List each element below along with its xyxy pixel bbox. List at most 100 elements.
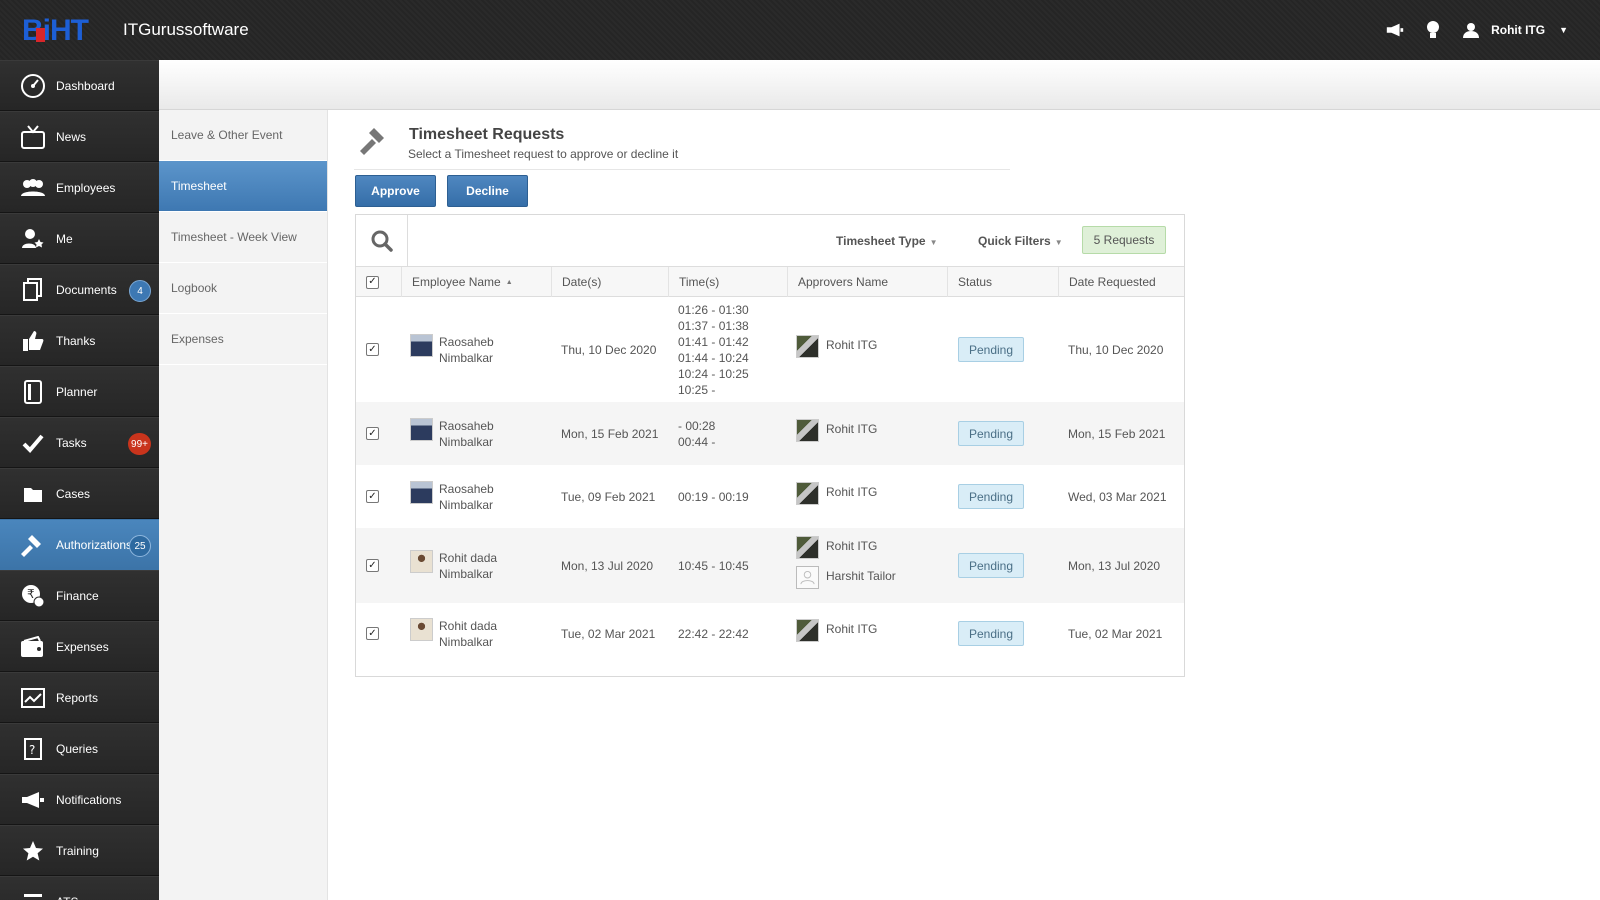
table-row[interactable]: ✓ Raosaheb Nimbalkar Mon, 15 Feb 2021 - 00:2… [356, 402, 1184, 465]
employee-avatar [410, 550, 433, 573]
employee-name[interactable]: Raosaheb Nimbalkar [439, 418, 494, 450]
approver-name: Rohit ITG [826, 539, 878, 553]
sidebar-item-label: Me [56, 231, 73, 246]
page-header: Timesheet Requests Select a Timesheet re… [354, 118, 1010, 170]
request-times: - 00:28 00:44 - [678, 418, 715, 450]
employee-name[interactable]: Rohit dada Nimbalkar [439, 550, 497, 582]
employee-avatar [410, 481, 433, 504]
subnav-item[interactable]: Timesheet [159, 161, 327, 212]
sidebar-item-label: Expenses [56, 639, 109, 654]
sidebar-item-employees[interactable]: Employees [0, 162, 159, 213]
decline-button[interactable]: Decline [447, 175, 528, 207]
status-badge: Pending [958, 484, 1024, 509]
page-title: Timesheet Requests [409, 126, 565, 143]
sidebar-item-reports[interactable]: Reports [0, 672, 159, 723]
search-button[interactable] [356, 215, 408, 267]
subnav-item[interactable]: Logbook [159, 263, 327, 314]
row-checkbox[interactable]: ✓ [366, 559, 379, 572]
employee-name[interactable]: Raosaheb Nimbalkar [439, 481, 494, 513]
sidebar-item-label: Finance [56, 588, 99, 603]
time-range: 01:41 - 01:42 [678, 335, 749, 349]
timesheet-type-dropdown[interactable]: Timesheet Type ▼ [836, 234, 938, 248]
employee-last-name: Nimbalkar [439, 635, 494, 649]
date-requested: Wed, 03 Mar 2021 [1068, 490, 1167, 504]
approve-button[interactable]: Approve [355, 175, 436, 207]
wallet-icon [18, 632, 48, 662]
row-checkbox[interactable]: ✓ [366, 343, 379, 356]
sort-asc-icon: ▲ [505, 278, 513, 286]
user-icon[interactable] [1461, 20, 1481, 40]
sidebar-item-expenses[interactable]: Expenses [0, 621, 159, 672]
employee-first-name: Rohit dada [439, 551, 498, 565]
subnav-item[interactable]: Expenses [159, 314, 327, 365]
sidebar-item-dashboard[interactable]: Dashboard [0, 60, 159, 111]
table-row[interactable]: ✓ Raosaheb Nimbalkar Tue, 09 Feb 2021 00:19 … [356, 465, 1184, 528]
svg-text:?: ? [29, 743, 35, 757]
sidebar-item-ats[interactable]: ATS [0, 876, 159, 900]
request-date: Mon, 15 Feb 2021 [561, 427, 659, 441]
time-range: 22:42 - 22:42 [678, 627, 749, 641]
col-status[interactable]: Status [948, 267, 1059, 297]
row-checkbox[interactable]: ✓ [366, 627, 379, 640]
sidebar-item-me[interactable]: Me [0, 213, 159, 264]
sidebar-item-thanks[interactable]: Thanks [0, 315, 159, 366]
sidebar-item-label: Dashboard [56, 78, 115, 93]
status-badge: Pending [958, 621, 1024, 646]
documents-icon [18, 275, 48, 305]
page-subtitle: Select a Timesheet request to approve or… [408, 147, 679, 161]
header-band [159, 60, 1600, 110]
status-badge: Pending [958, 337, 1024, 362]
time-range: 00:44 - [678, 435, 716, 449]
sidebar-item-notifications[interactable]: Notifications [0, 774, 159, 825]
sidebar-item-label: Documents [56, 282, 117, 297]
select-all-cell: ✓ [356, 267, 402, 297]
sidebar-item-label: Notifications [56, 792, 122, 807]
requests-table: Timesheet Type ▼ Quick Filters ▼ 5 Request… [355, 214, 1185, 677]
employee-name[interactable]: Rohit dada Nimbalkar [439, 618, 497, 650]
brand-name: ITGurussoftware [123, 20, 249, 39]
company-logo[interactable]: BiHT [22, 12, 112, 46]
table-row[interactable]: ✓ Rohit dada Nimbalkar Tue, 02 Mar 2021 22:4… [356, 603, 1184, 664]
employee-name[interactable]: Raosaheb Nimbalkar [439, 334, 494, 366]
timesheet-type-label: Timesheet Type [836, 234, 926, 248]
sidebar-item-tasks[interactable]: Tasks 99+ [0, 417, 159, 468]
quick-filters-dropdown[interactable]: Quick Filters ▼ [978, 234, 1063, 248]
check-icon [18, 428, 48, 458]
sidebar-item-queries[interactable]: ? Queries [0, 723, 159, 774]
star-icon [18, 836, 48, 866]
time-range: 01:26 - 01:30 [678, 303, 749, 317]
sidebar-item-training[interactable]: Training [0, 825, 159, 876]
user-menu-name[interactable]: Rohit ITG [1491, 23, 1545, 37]
user-menu-caret-icon[interactable]: ▼ [1559, 25, 1568, 35]
employee-last-name: Nimbalkar [439, 498, 494, 512]
announcements-icon[interactable] [1385, 20, 1405, 40]
sidebar-item-cases[interactable]: Cases [0, 468, 159, 519]
sidebar-item-authorizations[interactable]: Authorizations 25 [0, 519, 159, 570]
approver-name: Harshit Tailor [826, 569, 896, 583]
select-all-checkbox[interactable]: ✓ [366, 275, 379, 289]
table-row[interactable]: ✓ Raosaheb Nimbalkar Thu, 10 Dec 2020 01:26 … [356, 297, 1184, 402]
sidebar-item-documents[interactable]: Documents 4 [0, 264, 159, 315]
subnav-item[interactable]: Timesheet - Week View [159, 212, 327, 263]
sidebar-item-news[interactable]: News [0, 111, 159, 162]
sidebar-item-finance[interactable]: ₹ Finance [0, 570, 159, 621]
col-times[interactable]: Time(s) [669, 267, 788, 297]
sidebar-item-label: Planner [56, 384, 98, 399]
col-date-requested[interactable]: Date Requested [1059, 267, 1184, 297]
search-icon [371, 230, 393, 252]
row-checkbox[interactable]: ✓ [366, 427, 379, 440]
table-row[interactable]: ✓ Rohit dada Nimbalkar Mon, 13 Jul 2020 10:4… [356, 528, 1184, 603]
col-dates[interactable]: Date(s) [552, 267, 669, 297]
col-approvers[interactable]: Approvers Name [788, 267, 948, 297]
date-requested: Mon, 15 Feb 2021 [1068, 427, 1166, 441]
sidebar-item-planner[interactable]: Planner [0, 366, 159, 417]
col-employee-name[interactable]: Employee Name ▲ [402, 267, 552, 297]
lightbulb-icon[interactable] [1423, 20, 1443, 40]
sidebar-item-label: Employees [56, 180, 116, 195]
approver-avatar [796, 482, 819, 505]
time-range: 10:24 - 10:25 [678, 367, 749, 381]
subnav-item[interactable]: Leave & Other Event [159, 110, 327, 161]
chart-icon [18, 683, 48, 713]
filter-bar: Timesheet Type ▼ Quick Filters ▼ 5 Request… [356, 215, 1184, 267]
row-checkbox[interactable]: ✓ [366, 490, 379, 503]
